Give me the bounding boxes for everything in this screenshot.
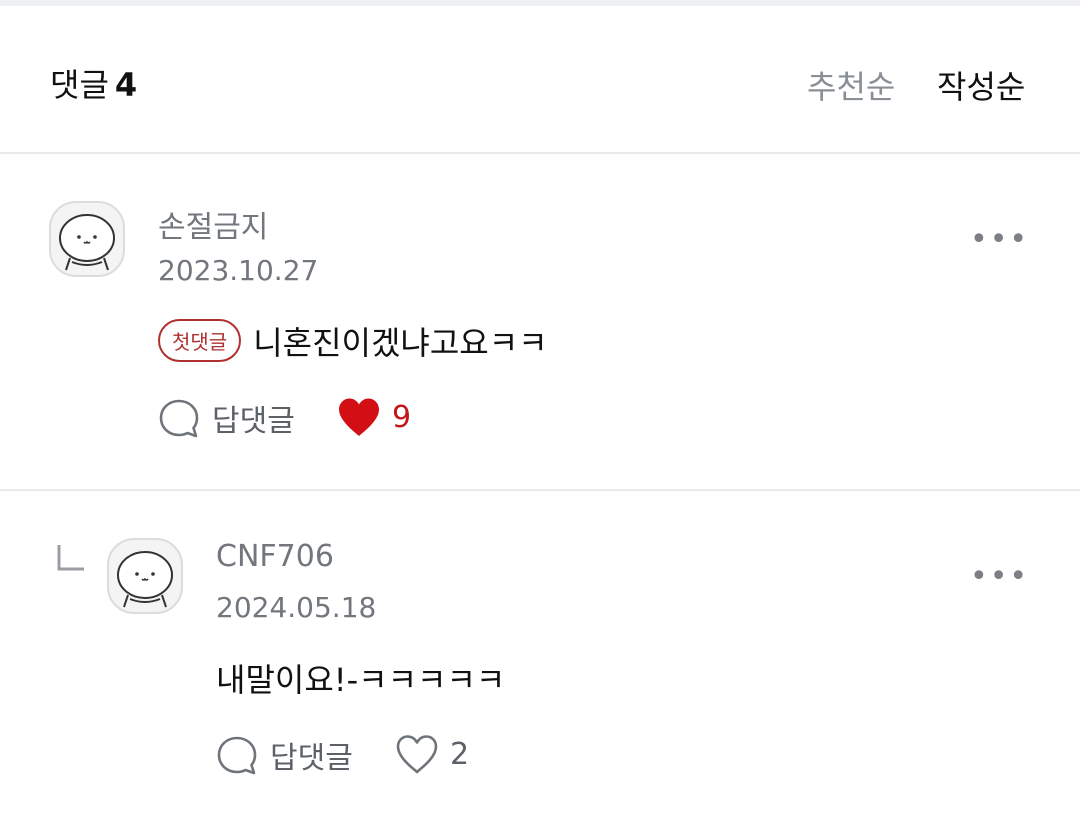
speech-bubble-icon	[159, 399, 199, 438]
comment-text: 내말이요!-ㅋㅋㅋㅋㅋ	[216, 661, 506, 699]
comment-body: 첫댓글 니혼진이겠냐고요ㅋㅋ	[158, 318, 548, 364]
like-button[interactable]: 9	[336, 396, 411, 438]
reply-comment-item: CNF706 2024.05.18 ••• 내말이요!-ㅋㅋㅋㅋㅋ 답댓글 2	[0, 491, 1080, 823]
like-button[interactable]: 2	[394, 733, 469, 775]
sort-newest-button[interactable]: 작성순	[937, 62, 1025, 108]
more-icon[interactable]: •••	[970, 222, 1029, 257]
reply-button[interactable]: 답댓글	[216, 733, 353, 777]
sort-recommended-button[interactable]: 추천순	[807, 62, 895, 108]
comment-date: 2023.10.27	[158, 254, 319, 287]
heart-outline-icon	[396, 735, 438, 774]
avatar-icon[interactable]	[106, 537, 184, 615]
comment-item: 손절금지 2023.10.27 ••• 첫댓글 니혼진이겠냐고요ㅋㅋ 답댓글 9	[0, 154, 1080, 491]
like-count: 2	[450, 736, 470, 772]
avatar-icon[interactable]	[48, 200, 126, 278]
comments-count: 4	[114, 66, 138, 104]
comments-title: 댓글 4	[50, 60, 137, 106]
comments-header: 댓글 4 추천순 작성순	[0, 6, 1080, 154]
first-comment-badge: 첫댓글	[158, 319, 242, 362]
reply-arrow-icon	[57, 545, 84, 571]
like-count: 9	[392, 399, 412, 435]
reply-label: 답댓글	[270, 741, 353, 776]
heart-filled-icon	[339, 398, 379, 436]
comment-text: 니혼진이겠냐고요ㅋㅋ	[253, 324, 548, 362]
reply-label: 답댓글	[212, 404, 295, 439]
speech-bubble-icon	[217, 736, 257, 775]
more-icon[interactable]: •••	[970, 559, 1029, 594]
comment-date: 2024.05.18	[216, 591, 377, 624]
comments-title-label: 댓글	[50, 66, 109, 104]
comment-author[interactable]: 손절금지	[158, 202, 268, 246]
comment-author[interactable]: CNF706	[216, 539, 334, 574]
reply-button[interactable]: 답댓글	[158, 396, 295, 440]
